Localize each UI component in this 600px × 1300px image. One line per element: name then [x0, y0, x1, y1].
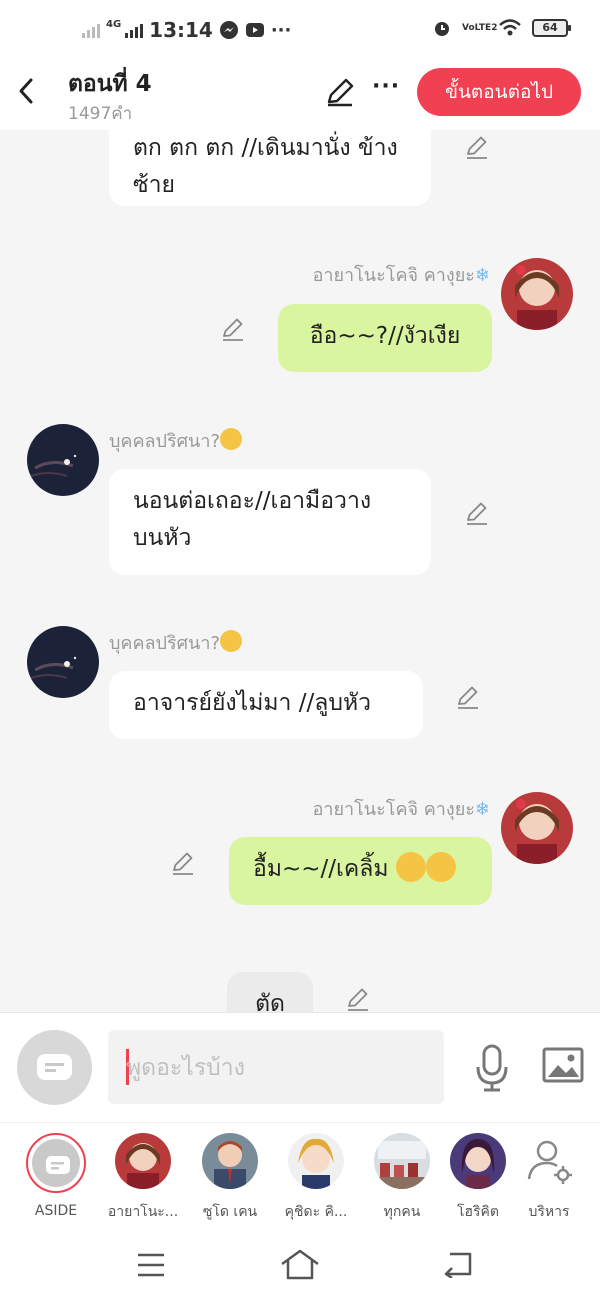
character-aside[interactable]: ASIDE: [14, 1133, 98, 1219]
image-icon[interactable]: [542, 1047, 584, 1083]
message-text: นอนต่อเถอะ//เอามือวาง บนหัว: [133, 488, 372, 551]
system-nav-bar: [0, 1232, 600, 1300]
edit-message-icon[interactable]: [464, 134, 490, 160]
character-label: บริหาร: [528, 1204, 570, 1220]
status-bar: 4G 13:14 ··· VoLTE2 64: [0, 0, 600, 62]
signal-weak-icon: [82, 22, 100, 38]
message-bubble[interactable]: อื้ม~~//เคลิ้ม: [229, 837, 492, 905]
speaker-name-text: บุคคลปริศนา?: [109, 431, 221, 452]
speaker-name-text: อายาโนะโคจิ คางุยะ: [312, 265, 475, 286]
avatar-kaguya[interactable]: [501, 258, 573, 330]
menu-icon[interactable]: [136, 1252, 166, 1278]
network-type: 4G: [106, 18, 122, 30]
more-notifications-icon: ···: [270, 19, 292, 41]
status-left: 4G 13:14 ···: [82, 18, 291, 42]
screen: 4G 13:14 ··· VoLTE2 64 ตอนที่ 4 1497คำ ·…: [0, 0, 600, 1300]
character-avatar: [374, 1133, 430, 1189]
thinking-emoji-icon: [220, 630, 243, 652]
message-text: อื้ม~~//เคลิ้ม: [253, 856, 389, 882]
message-icon: [37, 1054, 72, 1080]
character-avatar: [450, 1133, 506, 1189]
speaker-name-text: อายาโนะโคจิ คางุยะ: [312, 799, 475, 820]
message-input[interactable]: พูดอะไรบ้าง: [108, 1030, 444, 1104]
message-text: ตก ตก ตก //เดินมานั่ง ข้างซ้าย: [133, 135, 398, 198]
edit-message-icon[interactable]: [220, 316, 246, 342]
header: ตอนที่ 4 1497คำ ··· ขั้นตอนต่อไป: [0, 62, 600, 130]
edit-pencil-icon[interactable]: [324, 76, 356, 108]
snowflake-icon: ❄: [474, 799, 490, 820]
aside-toggle-button[interactable]: [17, 1030, 92, 1105]
message-text: อือ~~?//งัวเงีย: [309, 323, 461, 349]
character-ayanokoji[interactable]: อายาโนะ...: [101, 1133, 185, 1223]
avatar-mystery-person[interactable]: [27, 424, 99, 496]
aside-avatar: [26, 1133, 86, 1193]
youtube-icon: [245, 23, 264, 37]
character-label: ASIDE: [34, 1203, 78, 1219]
episode-title: ตอนที่ 4: [68, 71, 152, 97]
character-bar: ASIDE อายาโนะ... ซูโด เคน คุชิดะ คิ... ท…: [0, 1122, 600, 1232]
wifi-icon: [499, 19, 521, 36]
speaker-name: อายาโนะโคจิ คางุยะ❄: [313, 794, 490, 823]
character-kushida[interactable]: คุชิดะ คิ...: [274, 1133, 358, 1223]
character-avatar: [115, 1133, 171, 1189]
message-text: ตัด: [255, 991, 285, 1012]
message-bubble[interactable]: อาจารย์ยังไม่มา //ลูบหัว: [109, 671, 423, 739]
home-icon[interactable]: [280, 1248, 320, 1280]
character-avatar: [288, 1133, 344, 1189]
message-text: อาจารย์ยังไม่มา //ลูบหัว: [133, 690, 372, 716]
character-label: คุชิดะ คิ...: [284, 1204, 348, 1220]
edit-message-icon[interactable]: [170, 850, 196, 876]
messenger-icon: [219, 21, 238, 39]
sleepy-emoji-icon: [425, 852, 456, 882]
speaker-name-text: บุคคลปริศนา?: [109, 633, 221, 654]
avatar-kaguya[interactable]: [501, 792, 573, 864]
character-everyone[interactable]: ทุกคน: [360, 1133, 444, 1223]
edit-message-icon[interactable]: [464, 500, 490, 526]
manage-characters-button[interactable]: บริหาร: [507, 1133, 591, 1223]
snowflake-icon: ❄: [474, 265, 490, 286]
speaker-name: บุคคลปริศนา?: [109, 426, 243, 455]
character-label: อายาโนะ...: [107, 1204, 179, 1220]
character-sudo[interactable]: ซูโด เคน: [188, 1133, 272, 1223]
message-placeholder: พูดอะไรบ้าง: [126, 1055, 245, 1081]
status-right: VoLTE2 64: [432, 18, 571, 38]
speaker-name: บุคคลปริศนา?: [109, 628, 243, 657]
chat-area[interactable]: ตก ตก ตก //เดินมานั่ง ข้างซ้าย อายาโนะโค…: [0, 130, 600, 1012]
back-icon[interactable]: [442, 1250, 474, 1278]
alarm-icon: [435, 22, 449, 36]
message-bubble[interactable]: นอนต่อเถอะ//เอามือวาง บนหัว: [109, 469, 431, 575]
message-bubble[interactable]: อือ~~?//งัวเงีย: [278, 304, 492, 372]
input-bar: พูดอะไรบ้าง: [0, 1012, 600, 1122]
speaker-name: อายาโนะโคจิ คางุยะ❄: [313, 260, 490, 289]
signal-icon: [125, 22, 144, 38]
more-options-button[interactable]: ···: [372, 74, 400, 99]
sleepy-emoji-icon: [395, 852, 426, 882]
character-label: ซูโด เคน: [202, 1204, 258, 1220]
avatar-mystery-person[interactable]: [27, 626, 99, 698]
manage-icon: [521, 1133, 577, 1189]
scene-cut-bubble[interactable]: ตัด: [227, 972, 313, 1012]
thinking-emoji-icon: [220, 428, 243, 450]
back-arrow-icon[interactable]: [14, 76, 38, 106]
battery-icon: 64: [532, 19, 571, 37]
next-step-button[interactable]: ขั้นตอนต่อไป: [417, 68, 581, 116]
character-avatar: [202, 1133, 258, 1189]
word-count: 1497คำ: [68, 104, 133, 124]
clock: 13:14: [149, 18, 213, 42]
edit-message-icon[interactable]: [345, 986, 371, 1012]
character-label: ทุกคน: [383, 1204, 421, 1220]
volte-badge: VoLTE2: [462, 23, 498, 33]
edit-message-icon[interactable]: [455, 684, 481, 710]
microphone-icon[interactable]: [474, 1043, 510, 1093]
message-bubble[interactable]: ตก ตก ตก //เดินมานั่ง ข้างซ้าย: [109, 130, 431, 206]
